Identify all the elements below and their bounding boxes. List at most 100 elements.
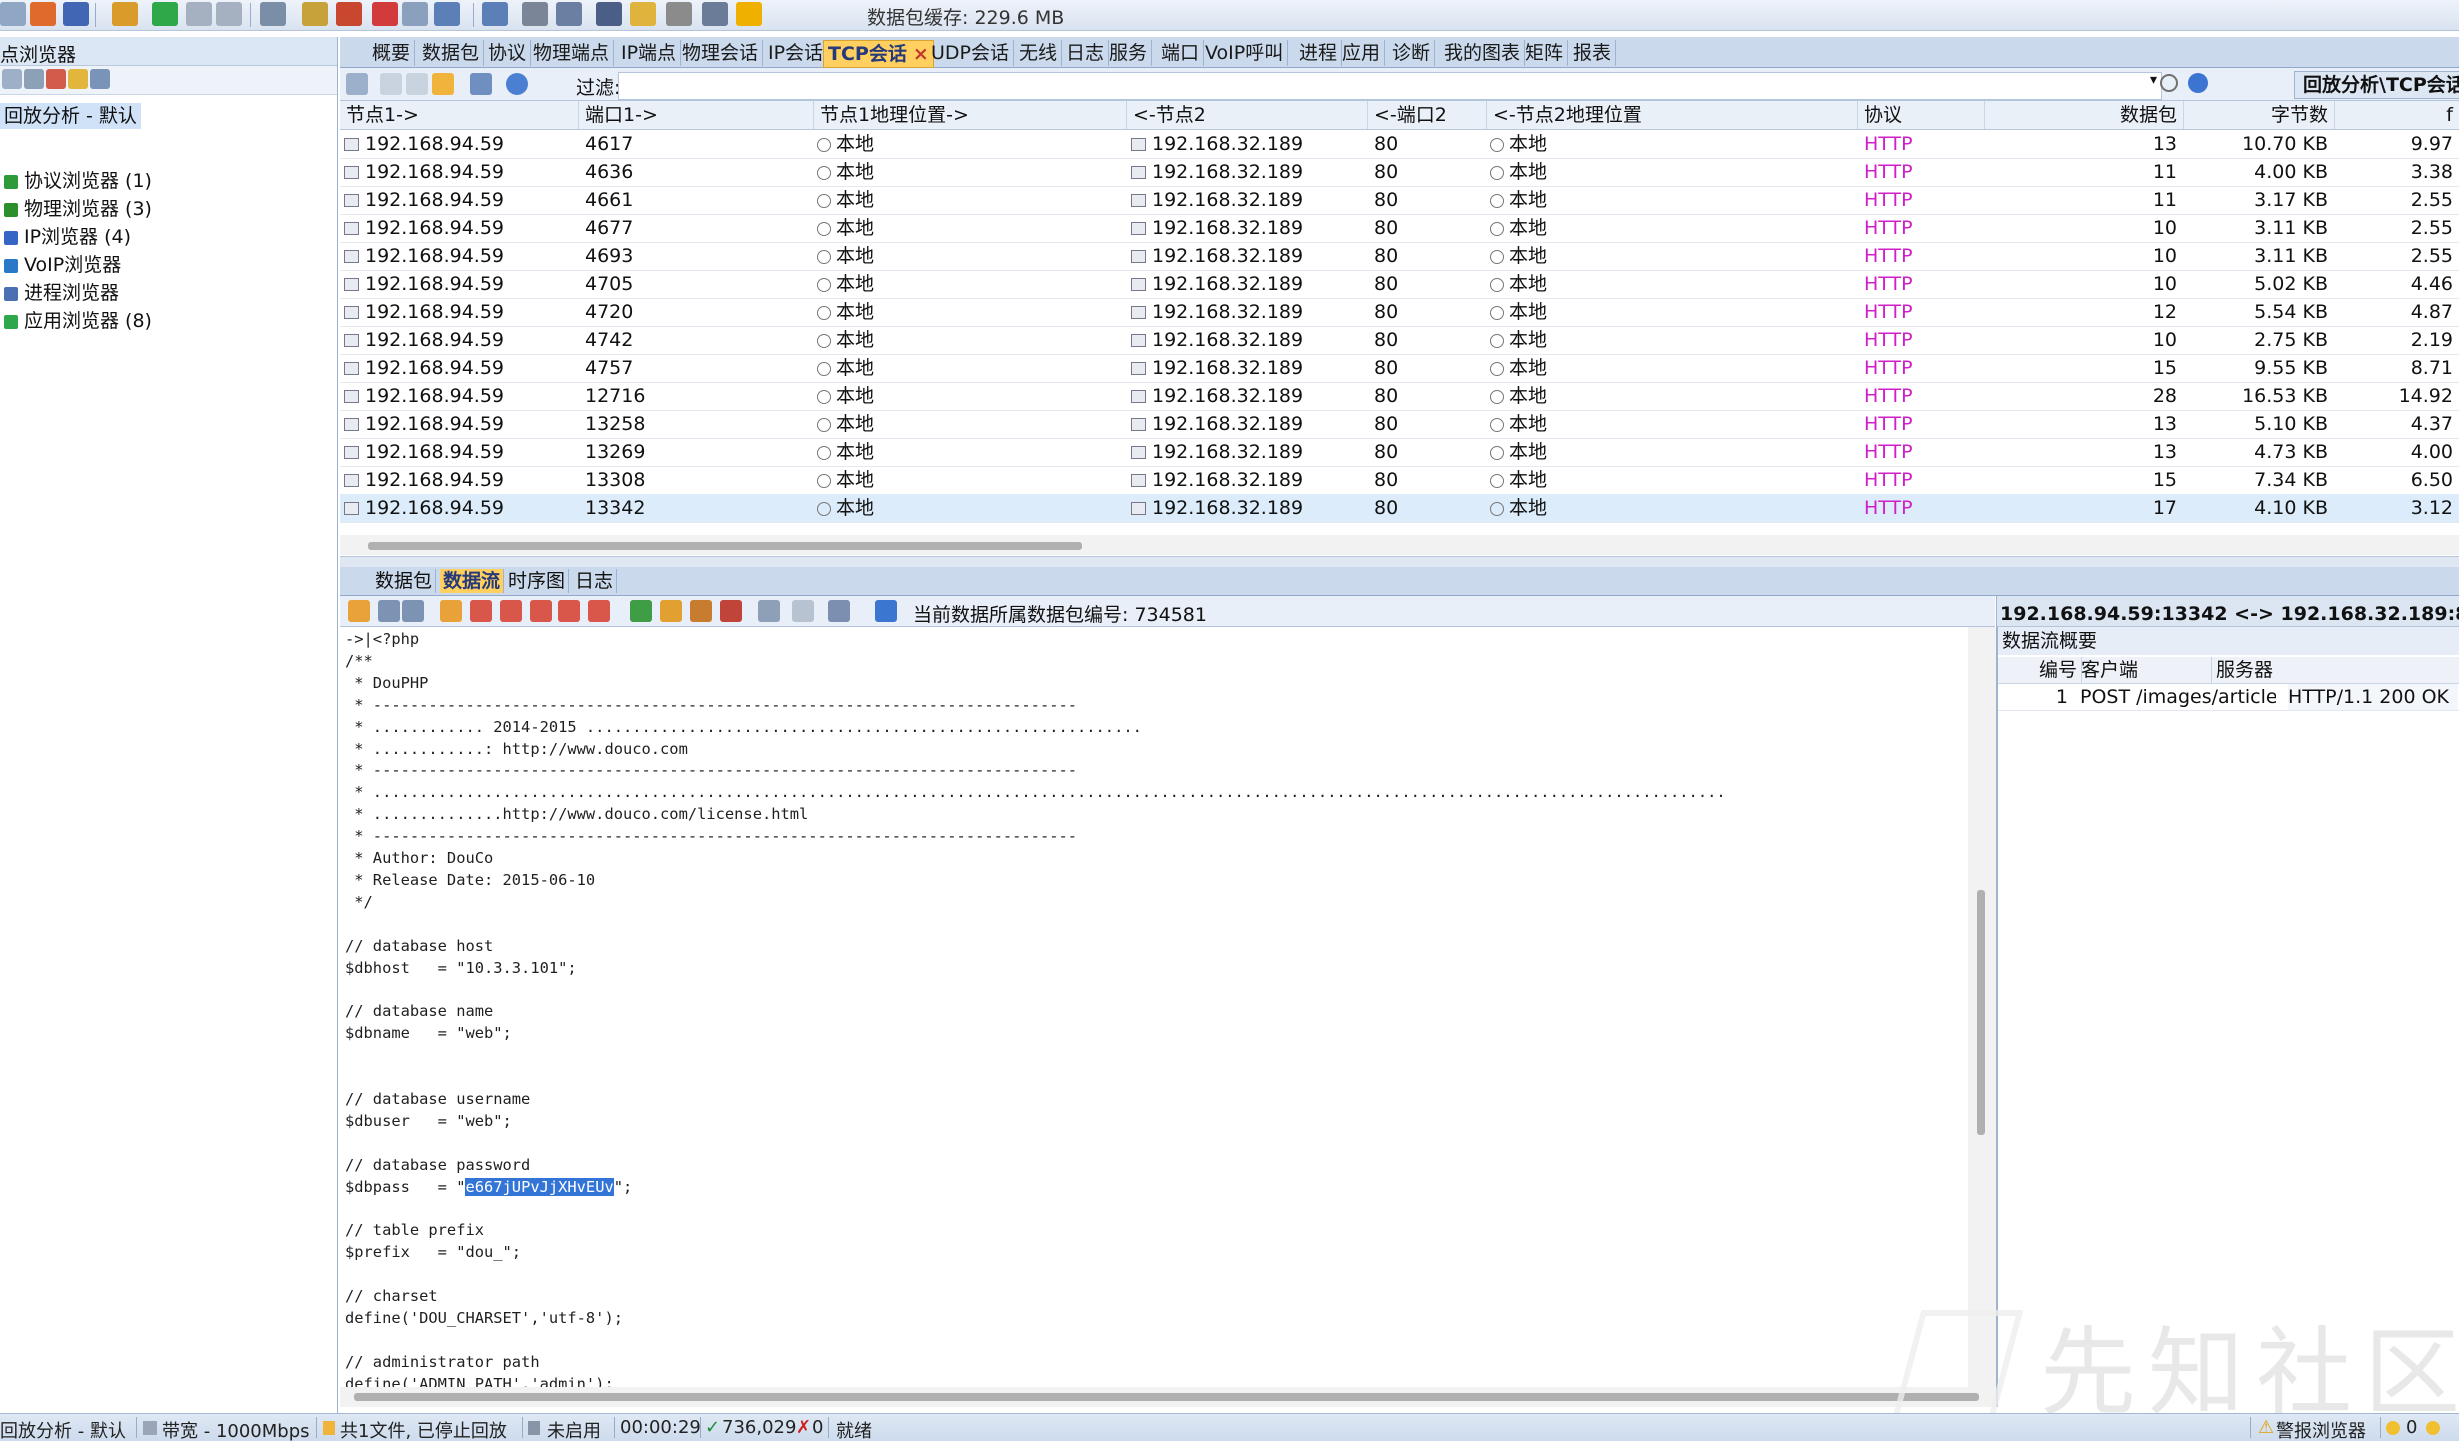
status-alert-browser[interactable]: 警报浏览器 [2276,1417,2366,1443]
swap-icon[interactable] [348,600,370,622]
table-row[interactable]: 192.168.94.59 4636 本地 192.168.32.189 80 本地 HTT… [340,158,2459,187]
tab-5[interactable]: IP端点 [617,40,682,66]
alert-icon[interactable] [68,69,88,89]
summary-col-server[interactable]: 服务器 [2213,657,2459,683]
selected-password-text[interactable]: e667jUPvJjXHvEUv [465,1177,614,1196]
hex-icon[interactable] [558,600,580,622]
scrollbar-thumb[interactable] [368,542,1082,550]
tab-8[interactable]: TCP会话 × [823,40,934,68]
column-header-7[interactable]: 协议 [1858,101,1985,129]
tab-13[interactable]: 端口 [1157,40,1205,66]
hex-icon[interactable] [500,600,522,622]
tab-20[interactable]: 报表 [1569,40,1617,66]
tab-19[interactable]: 矩阵 [1521,40,1569,66]
column-header-9[interactable]: 字节数 [2184,101,2335,129]
tools-icon[interactable] [336,2,362,26]
column-header-4[interactable]: <-节点2 [1127,101,1368,129]
tab-7[interactable]: IP会话 [764,40,829,66]
stream-content[interactable]: ->|<?php /** * DouPHP * ----------------… [345,629,1726,1387]
scrollbar-thumb[interactable] [354,1393,1979,1401]
table-row[interactable]: 192.168.94.59 4757 本地 192.168.32.189 80 本地 HTT… [340,354,2459,383]
table-horizontal-scrollbar[interactable] [340,535,2459,555]
column-header-2[interactable]: 端口1-> [579,101,814,129]
tab-2[interactable]: 数据包 [418,40,485,66]
trash-icon[interactable] [482,2,508,26]
table-row[interactable]: 192.168.94.59 13308 本地 192.168.32.189 80 本地 HT… [340,466,2459,495]
stream-vertical-scrollbar[interactable] [1968,627,1996,1387]
hex-icon[interactable] [588,600,610,622]
table-row[interactable]: 192.168.94.59 4677 本地 192.168.32.189 80 本地 HTT… [340,214,2459,243]
filter-icon[interactable] [522,2,548,26]
tab-17[interactable]: 诊断 [1388,40,1436,66]
align-icon[interactable] [378,600,400,622]
column-header-3[interactable]: 节点1地理位置-> [814,101,1127,129]
tab-12[interactable]: 服务 [1105,40,1153,66]
tree-item-voip[interactable]: VoIP浏览器 [0,252,121,278]
table-row[interactable]: 192.168.94.59 13342 本地 192.168.32.189 80 本地 HT… [340,494,2459,523]
table-row[interactable]: 192.168.94.59 4720 本地 192.168.32.189 80 本地 HTT… [340,298,2459,327]
loop-icon[interactable] [596,2,622,26]
column-header-10[interactable]: f [2335,101,2459,129]
search-icon[interactable] [2160,74,2178,92]
tree-root-replay-analysis[interactable]: 回放分析 - 默认 [0,103,141,129]
green-flag-icon[interactable] [630,600,652,622]
expand-all-icon[interactable] [406,73,428,95]
tree-item-physical[interactable]: 物理浏览器 (3) [0,196,152,222]
picture-icon[interactable] [828,600,850,622]
folder-icon[interactable] [432,73,454,95]
table-row[interactable]: 192.168.94.59 12716 本地 192.168.32.189 80 本地 HT… [340,382,2459,411]
tab-14[interactable]: VoIP呼叫 [1201,40,1289,66]
table-row[interactable]: 192.168.94.59 4693 本地 192.168.32.189 80 本地 HTT… [340,242,2459,271]
collapse-icon[interactable] [2,69,22,89]
chevron-down-icon[interactable]: ▾ [2150,72,2157,88]
swap-icon[interactable] [434,2,460,26]
notes-icon[interactable] [666,2,692,26]
utf-icon[interactable] [720,600,742,622]
scrollbar-thumb[interactable] [1977,890,1985,1135]
refresh-icon[interactable] [506,73,528,95]
table-row[interactable]: 192.168.94.59 13269 本地 192.168.32.189 80 本地 HT… [340,438,2459,467]
table-row[interactable]: 192.168.94.59 4661 本地 192.168.32.189 80 本地 HTT… [340,186,2459,215]
add-icon[interactable] [372,2,398,26]
add-filter-icon[interactable] [346,73,368,95]
copy-icon[interactable] [792,600,814,622]
summary-col-number[interactable]: 编号 [1998,657,2082,683]
refresh-icon[interactable] [30,2,56,26]
table-row[interactable]: 192.168.94.59 13258 本地 192.168.32.189 80 本地 HT… [340,410,2459,439]
collapse-all-icon[interactable] [380,73,402,95]
column-header-1[interactable]: 节点1-> [340,101,579,129]
tab-1[interactable]: 概要 [368,40,416,66]
summary-row[interactable]: 1 POST /images/article... HTTP/1.1 200 O… [1998,684,2459,711]
tab-18[interactable]: 我的图表 [1440,40,1526,66]
start-icon[interactable] [0,2,26,26]
back-icon[interactable] [630,2,656,26]
stop-icon[interactable] [216,2,242,26]
edit-icon[interactable] [260,2,286,26]
table-row[interactable]: 192.168.94.59 4617 本地 192.168.32.189 80 本地 HTT… [340,130,2459,159]
tab-4[interactable]: 物理端点 [529,40,615,66]
summary-col-client[interactable]: 客户端 [2078,657,2212,683]
table-row[interactable]: 192.168.94.59 4705 本地 192.168.32.189 80 本地 HTT… [340,270,2459,299]
play-icon[interactable] [152,2,178,26]
report-icon[interactable] [702,2,728,26]
network-icon[interactable] [46,69,66,89]
tree-item-protocol[interactable]: 协议浏览器 (1) [0,168,152,194]
export-icon[interactable] [556,2,582,26]
export-icon[interactable] [440,600,462,622]
hex-icon[interactable] [530,600,552,622]
detail-tab-4[interactable]: 日志 [572,569,618,593]
chart-icon[interactable] [690,600,712,622]
hex-icon[interactable] [470,600,492,622]
tab-16[interactable]: 应用 [1338,40,1386,66]
detail-tab-2[interactable]: 数据流 [440,569,505,593]
filter-funnel-icon[interactable] [470,73,492,95]
tree-item-app[interactable]: 应用浏览器 (8) [0,308,152,334]
tab-10[interactable]: 无线 [1015,40,1063,66]
tab-6[interactable]: 物理会话 [678,40,764,66]
filter-icon[interactable] [24,69,44,89]
align-right-icon[interactable] [402,600,424,622]
tab-11[interactable]: 日志 [1062,40,1110,66]
pause-icon[interactable] [186,2,212,26]
tools-icon[interactable] [660,600,682,622]
stream-horizontal-scrollbar[interactable] [340,1387,1996,1407]
